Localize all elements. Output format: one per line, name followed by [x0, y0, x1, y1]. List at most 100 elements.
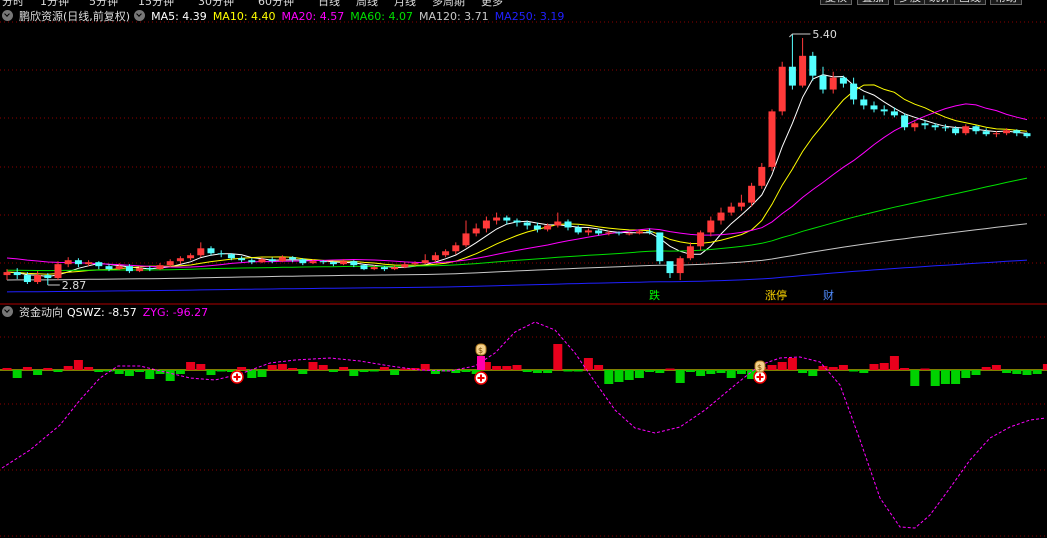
candle[interactable]	[860, 99, 868, 106]
candle[interactable]	[493, 217, 501, 221]
candle[interactable]	[574, 227, 582, 233]
candle[interactable]	[901, 115, 909, 128]
kline-chart[interactable]: 5.40 2.87 $ $	[0, 0, 1047, 538]
candle[interactable]	[54, 264, 62, 279]
candle[interactable]	[299, 259, 307, 264]
candle[interactable]	[13, 272, 21, 276]
candle[interactable]	[503, 217, 511, 221]
candle[interactable]	[452, 245, 460, 252]
candle[interactable]	[737, 202, 745, 207]
candle[interactable]	[656, 232, 664, 262]
candle[interactable]	[207, 248, 215, 254]
candle[interactable]	[921, 123, 929, 126]
candle[interactable]	[972, 126, 980, 132]
candle[interactable]	[850, 83, 858, 100]
candle[interactable]	[962, 126, 970, 134]
candle[interactable]	[115, 266, 123, 270]
candle[interactable]	[350, 261, 358, 266]
candle[interactable]	[809, 55, 817, 76]
candle[interactable]	[442, 251, 450, 256]
candle[interactable]	[513, 220, 521, 223]
candle[interactable]	[411, 263, 419, 265]
candle[interactable]	[646, 231, 654, 233]
candle[interactable]	[176, 258, 184, 262]
candle[interactable]	[717, 212, 725, 221]
candle[interactable]	[635, 231, 643, 234]
candle[interactable]	[136, 268, 144, 272]
event-marker-fall[interactable]: 跌	[648, 289, 661, 303]
candle[interactable]	[605, 232, 613, 234]
candle[interactable]	[911, 123, 919, 128]
candle[interactable]	[34, 275, 42, 283]
candle[interactable]	[707, 220, 715, 233]
candle[interactable]	[370, 267, 378, 270]
candle[interactable]	[1023, 133, 1031, 137]
candle[interactable]	[829, 77, 837, 90]
candle[interactable]	[217, 253, 225, 255]
candle[interactable]	[421, 260, 429, 264]
candle[interactable]	[748, 185, 756, 203]
candle[interactable]	[329, 262, 337, 265]
candle[interactable]	[482, 220, 490, 229]
candle[interactable]	[1003, 130, 1011, 134]
candle[interactable]	[391, 267, 399, 270]
candle[interactable]	[778, 66, 786, 112]
candle[interactable]	[258, 259, 266, 263]
candle[interactable]	[401, 264, 409, 268]
candle[interactable]	[278, 257, 286, 262]
candle[interactable]	[74, 260, 82, 265]
candle[interactable]	[95, 262, 103, 267]
candle[interactable]	[982, 131, 990, 135]
candle[interactable]	[238, 258, 246, 261]
candle[interactable]	[768, 111, 776, 167]
candle[interactable]	[248, 260, 256, 263]
candle[interactable]	[890, 111, 898, 116]
candle[interactable]	[125, 266, 133, 272]
candle[interactable]	[227, 254, 235, 259]
candle[interactable]	[268, 259, 276, 262]
candle[interactable]	[697, 232, 705, 247]
candle[interactable]	[462, 233, 470, 246]
candle[interactable]	[625, 233, 633, 235]
candle[interactable]	[839, 77, 847, 84]
candle[interactable]	[788, 66, 796, 86]
event-marker-finance[interactable]: 财	[822, 289, 835, 303]
candle[interactable]	[676, 258, 684, 274]
candle[interactable]	[554, 221, 562, 226]
candle[interactable]	[819, 75, 827, 90]
candle[interactable]	[615, 232, 623, 234]
candle[interactable]	[584, 230, 592, 233]
candle[interactable]	[799, 55, 807, 86]
candle[interactable]	[595, 230, 603, 234]
candle[interactable]	[166, 261, 174, 266]
candle[interactable]	[564, 221, 572, 228]
candle[interactable]	[146, 268, 154, 270]
candle[interactable]	[727, 206, 735, 213]
candle[interactable]	[931, 125, 939, 128]
candle[interactable]	[992, 133, 1000, 135]
candle[interactable]	[187, 255, 195, 259]
candle[interactable]	[156, 265, 164, 270]
candle[interactable]	[360, 265, 368, 270]
candle[interactable]	[666, 261, 674, 274]
candle[interactable]	[870, 105, 878, 110]
candle[interactable]	[309, 261, 317, 264]
candle[interactable]	[880, 109, 888, 112]
candle[interactable]	[85, 262, 93, 265]
candle[interactable]	[197, 248, 205, 256]
candle[interactable]	[686, 246, 694, 259]
candle[interactable]	[44, 275, 52, 279]
candle[interactable]	[23, 275, 31, 283]
candle[interactable]	[472, 228, 480, 234]
candle[interactable]	[533, 225, 541, 230]
candle[interactable]	[1013, 130, 1021, 134]
candle[interactable]	[319, 261, 327, 263]
candle[interactable]	[523, 222, 531, 226]
candle[interactable]	[289, 257, 297, 260]
candle[interactable]	[3, 272, 11, 276]
candle[interactable]	[544, 225, 552, 230]
candle[interactable]	[380, 267, 388, 270]
candle[interactable]	[941, 127, 949, 129]
candle[interactable]	[105, 266, 113, 270]
event-marker-limit-up[interactable]: 涨停	[764, 289, 788, 303]
